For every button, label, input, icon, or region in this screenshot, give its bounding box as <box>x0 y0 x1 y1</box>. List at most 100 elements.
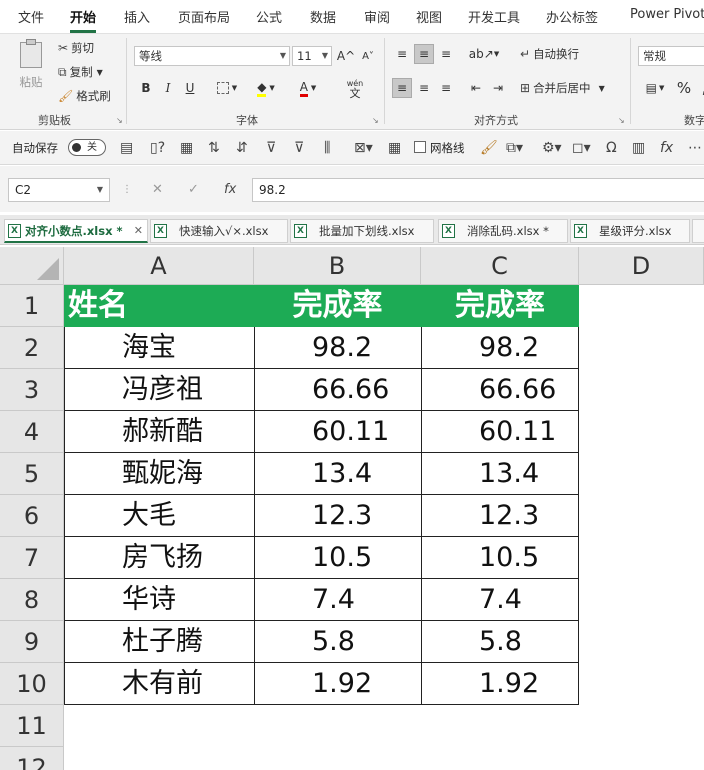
tab-view[interactable]: 视图 <box>416 7 442 26</box>
filter-icon[interactable]: ⊽ <box>266 140 276 156</box>
tab-file[interactable]: 文件 <box>18 7 44 26</box>
brush-icon[interactable]: 🖌 <box>480 140 498 156</box>
merge-center-button[interactable]: ⊞ 合并后居中 ▼ <box>520 80 605 96</box>
row-header[interactable]: 3 <box>0 369 64 411</box>
resize-handle-icon[interactable]: ⋮ <box>122 184 132 195</box>
shrink-font-button[interactable]: A˅ <box>358 46 378 66</box>
tab-review[interactable]: 审阅 <box>364 7 390 26</box>
gridlines-checkbox[interactable] <box>414 141 426 153</box>
shape-icon[interactable]: ◻▾ <box>572 140 591 156</box>
workbook-tab[interactable]: X 对齐小数点.xlsx * ✕ <box>4 219 148 243</box>
name-cell[interactable]: 海宝 <box>64 327 254 369</box>
italic-button[interactable]: I <box>158 78 178 98</box>
align-right-icon[interactable]: ≡ <box>436 78 456 98</box>
cancel-icon[interactable]: ✕ <box>152 182 163 197</box>
rate-cell[interactable]: 1.92 <box>254 663 421 705</box>
advanced-filter-icon[interactable]: ⊽ <box>294 140 304 156</box>
name-cell[interactable]: 房飞扬 <box>64 537 254 579</box>
row-header[interactable]: 12 <box>0 747 64 770</box>
font-launcher-icon[interactable]: ↘ <box>372 116 379 125</box>
row-header[interactable]: 4 <box>0 411 64 453</box>
rate-cell[interactable]: 60.11 <box>421 411 579 453</box>
column-header-c[interactable]: C <box>421 247 579 285</box>
close-icon[interactable]: ✕ <box>134 220 143 242</box>
align-bottom-icon[interactable]: ≡ <box>436 44 456 64</box>
column-header-b[interactable]: B <box>254 247 421 285</box>
orientation-icon[interactable]: ab↗ ▼ <box>469 44 499 64</box>
name-cell[interactable]: 郝新酷 <box>64 411 254 453</box>
row-header[interactable]: 10 <box>0 663 64 705</box>
align-middle-icon[interactable]: ≡ <box>414 44 434 64</box>
paste-special-icon[interactable]: ⧉▾ <box>506 140 523 156</box>
row-header[interactable]: 7 <box>0 537 64 579</box>
decrease-indent-icon[interactable]: ⇤ <box>466 78 486 98</box>
workbook-tab[interactable]: X 消除乱码.xlsx * <box>438 219 568 243</box>
table-header-cell[interactable]: 完成率 <box>254 285 421 327</box>
rate-cell[interactable]: 5.8 <box>254 621 421 663</box>
rate-cell[interactable]: 7.4 <box>421 579 579 621</box>
bold-button[interactable]: B <box>136 78 156 98</box>
column-header-d[interactable]: D <box>579 247 704 285</box>
tab-page-layout[interactable]: 页面布局 <box>178 7 230 26</box>
sort-desc-icon[interactable]: ⇵ <box>236 140 248 156</box>
settings-icon[interactable]: ⚙▾ <box>542 140 562 156</box>
rate-cell[interactable]: 10.5 <box>254 537 421 579</box>
spreadsheet-grid[interactable]: A B C D 1 2 3 4 5 6 7 8 9 10 11 12 姓名 完成率 完成率 海宝 98.2 98.2 冯彦祖… <box>0 247 704 770</box>
name-cell[interactable]: 木有前 <box>64 663 254 705</box>
row-header[interactable]: 6 <box>0 495 64 537</box>
select-all-corner[interactable] <box>0 247 64 285</box>
percent-button[interactable]: % <box>674 78 694 98</box>
tab-office-tab[interactable]: 办公标签 <box>546 7 598 26</box>
phonetic-button[interactable]: wén 文 <box>340 76 370 102</box>
number-format-select[interactable]: 常规 <box>638 46 704 66</box>
rate-cell[interactable]: 5.8 <box>421 621 579 663</box>
row-header[interactable]: 2 <box>0 327 64 369</box>
accounting-format-icon[interactable]: ▤ ▼ <box>640 78 670 98</box>
font-color-button[interactable]: A ▼ <box>290 78 326 98</box>
grid-icon[interactable]: ▦ <box>388 140 401 156</box>
tab-insert[interactable]: 插入 <box>124 7 150 26</box>
text-to-columns-icon[interactable]: ⫼ <box>324 140 330 156</box>
grow-font-button[interactable]: A^ <box>336 46 356 66</box>
table-header-cell[interactable]: 完成率 <box>421 285 579 327</box>
sort-asc-icon[interactable]: ⇅ <box>208 140 220 156</box>
wrap-text-button[interactable]: ↵ 自动换行 <box>520 46 579 62</box>
workbook-tab[interactable]: X 星级评分.xlsx <box>570 219 690 243</box>
rate-cell[interactable]: 13.4 <box>421 453 579 495</box>
tab-formulas[interactable]: 公式 <box>256 7 282 26</box>
table-header-cell[interactable]: 姓名 <box>64 285 254 327</box>
workbook-tab[interactable]: X 批量加下划线.xlsx <box>290 219 434 243</box>
function-icon[interactable]: fx <box>660 140 673 156</box>
clipboard-launcher-icon[interactable]: ↘ <box>116 116 123 125</box>
rate-cell[interactable]: 98.2 <box>254 327 421 369</box>
rate-cell[interactable]: 60.11 <box>254 411 421 453</box>
font-name-select[interactable]: 等线 ▼ <box>134 46 290 66</box>
rate-cell[interactable]: 7.4 <box>254 579 421 621</box>
alignment-launcher-icon[interactable]: ↘ <box>618 116 625 125</box>
underline-button[interactable]: U <box>180 78 200 98</box>
align-left-icon[interactable]: ≡ <box>392 78 412 98</box>
name-box[interactable]: C2 ▼ <box>8 178 110 202</box>
name-cell[interactable]: 大毛 <box>64 495 254 537</box>
column-header-a[interactable]: A <box>64 247 254 285</box>
align-top-icon[interactable]: ≡ <box>392 44 412 64</box>
tab-power-pivot[interactable]: Power Pivot <box>630 7 704 22</box>
rate-cell[interactable]: 12.3 <box>421 495 579 537</box>
name-cell[interactable]: 冯彦祖 <box>64 369 254 411</box>
workbook-tab[interactable]: X 快速输入√×.xlsx <box>150 219 288 243</box>
more-icon[interactable]: ⋯ <box>688 140 702 156</box>
chart-icon[interactable]: ▥ <box>632 140 645 156</box>
formula-input[interactable]: 98.2 <box>252 178 704 202</box>
row-header[interactable]: 1 <box>0 285 64 327</box>
tab-developer[interactable]: 开发工具 <box>468 7 520 26</box>
omega-icon[interactable]: Ω <box>606 140 617 156</box>
rate-cell[interactable]: 13.4 <box>254 453 421 495</box>
rate-cell[interactable]: 12.3 <box>254 495 421 537</box>
rate-cell[interactable]: 10.5 <box>421 537 579 579</box>
row-header[interactable]: 9 <box>0 621 64 663</box>
rate-cell[interactable]: 98.2 <box>421 327 579 369</box>
rate-cell[interactable]: 66.66 <box>421 369 579 411</box>
rate-cell[interactable]: 66.66 <box>254 369 421 411</box>
comma-style-icon[interactable]: , <box>694 78 704 98</box>
cut-button[interactable]: ✂ 剪切 <box>58 40 94 56</box>
